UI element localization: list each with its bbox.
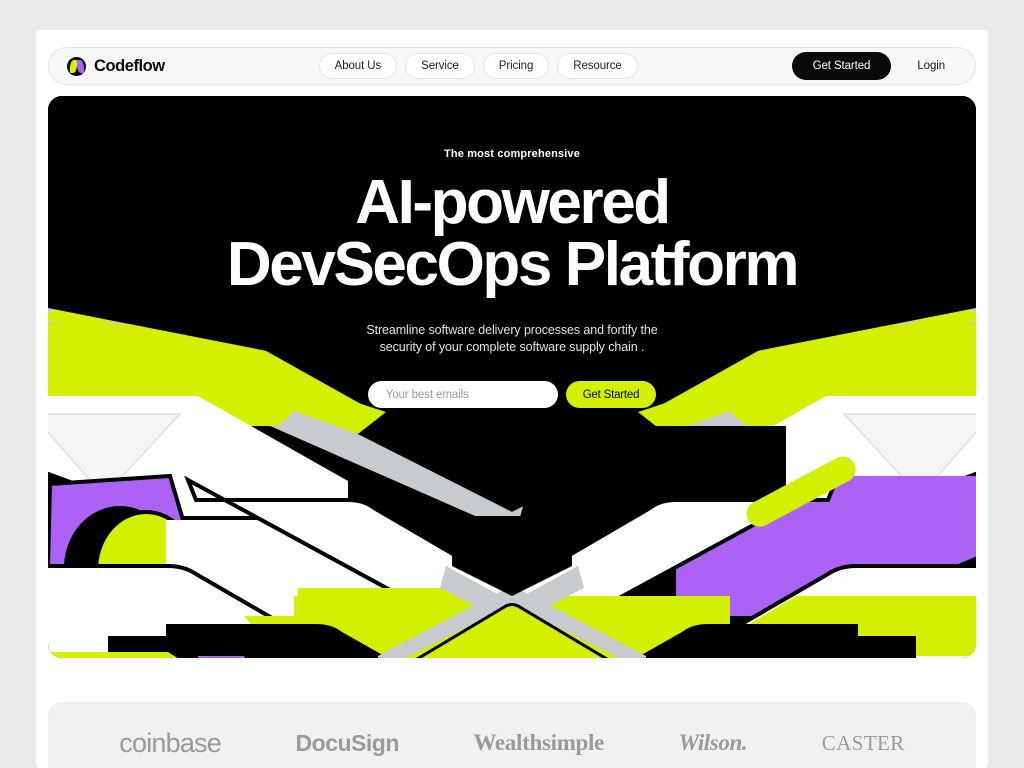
nav-actions: Get Started Login [791,52,971,80]
email-input[interactable] [367,381,558,408]
login-button[interactable]: Login [891,52,971,80]
hero-subhead-line-1: Streamline software delivery processes a… [366,323,658,337]
brand-name: Codeflow [94,56,165,75]
hero-headline-line-1: AI-powered [355,168,671,237]
site-card: Codeflow About Us Service Pricing Resour… [36,30,988,768]
nav-item-about-us[interactable]: About Us [318,53,398,79]
client-logo-wealthsimple: Wealthsimple [473,730,605,755]
email-signup-form: Get Started [48,381,976,408]
page-root: Codeflow About Us Service Pricing Resour… [0,0,1024,768]
hero-subhead-line-2: security of your complete software suppl… [379,340,645,354]
codeflow-leaf-mark-icon [67,56,86,76]
nav-item-pricing[interactable]: Pricing [482,53,550,79]
client-logo-docusign: DocuSign [295,729,400,756]
hero-subhead: Streamline software delivery processes a… [48,322,976,356]
nav-links: About Us Service Pricing Resource [318,53,638,79]
client-logo-coinbase: coinbase [119,727,221,758]
hero-section: The most comprehensive AI-powered DevSec… [48,96,976,658]
hero-content: The most comprehensive AI-powered DevSec… [48,96,976,408]
nav-item-service[interactable]: Service [405,53,475,79]
get-started-button[interactable]: Get Started [791,52,892,80]
brand-logo[interactable]: Codeflow [67,56,165,76]
client-logo-strip: coinbase DocuSign Wealthsimple Wilson. C… [48,702,976,768]
main-navbar: Codeflow About Us Service Pricing Resour… [48,47,976,85]
hero-eyebrow: The most comprehensive [444,148,580,160]
nav-item-resource[interactable]: Resource [557,53,638,79]
hero-get-started-button[interactable]: Get Started [565,381,657,408]
hero-headline: AI-powered DevSecOps Platform [48,172,976,296]
client-logo-caster: CASTER [821,730,905,755]
hero-headline-line-2: DevSecOps Platform [226,230,800,299]
client-logo-wilson: Wilson. [678,730,748,755]
